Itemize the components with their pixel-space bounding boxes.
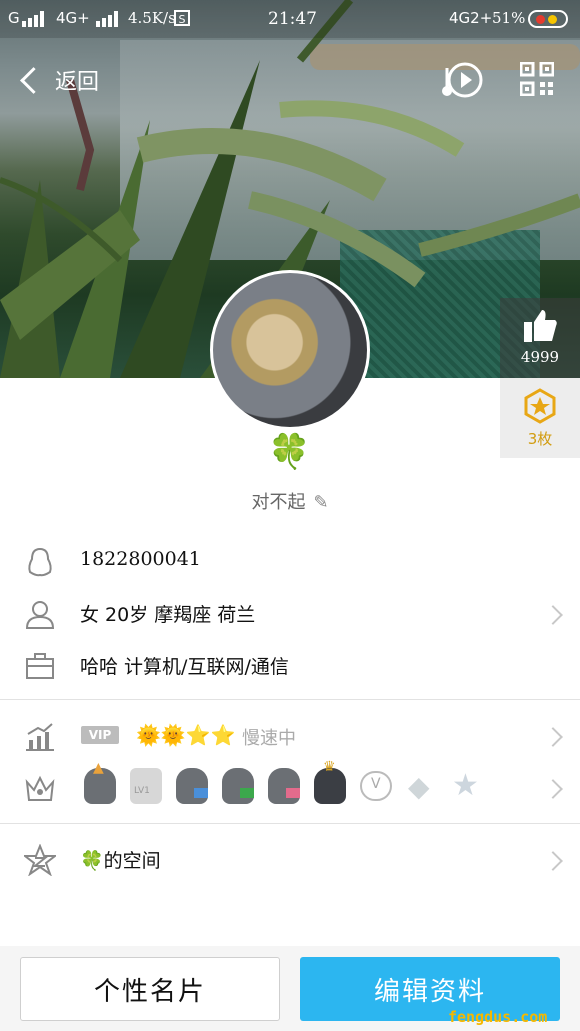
qq-penguin-badge-icon: ▲: [84, 760, 116, 804]
network-label-right: 4G2+: [449, 9, 493, 27]
divider: [0, 699, 580, 700]
qzone-row[interactable]: 🍀的空间: [0, 840, 580, 880]
qzone-label: 🍀的空间: [80, 850, 161, 872]
signal-label: G: [8, 9, 20, 27]
thumbs-up-icon: [524, 310, 557, 342]
signature[interactable]: 对不起 ✎: [0, 488, 580, 514]
crown-icon: [25, 775, 55, 801]
penguin-blue-badge-icon: [176, 768, 208, 804]
divider: [0, 823, 580, 824]
chevron-right-icon: [543, 727, 563, 747]
music-play-icon[interactable]: [441, 60, 483, 100]
like-count: 4999: [520, 348, 560, 366]
network-label: 4G+: [56, 9, 90, 27]
vip-badge: VIP: [81, 726, 119, 744]
back-arrow-icon: [20, 66, 47, 94]
nickname: 🍀: [268, 432, 311, 472]
speed-status: 慢速中: [242, 728, 296, 749]
clock: 21:47: [268, 9, 317, 29]
badge-button[interactable]: 3枚: [500, 378, 580, 458]
profile-card-button[interactable]: 个性名片: [20, 957, 280, 1021]
sync-icon: S: [174, 10, 190, 26]
edit-pencil-icon: ✎: [313, 492, 329, 513]
qq-penguin-icon: [28, 547, 52, 577]
basic-info: 女 20岁 摩羯座 荷兰: [80, 604, 256, 626]
chevron-right-icon: [543, 779, 563, 799]
status-bar: G 4G+ 4.5K/s S 21:47 4G2+ 51%: [0, 0, 580, 38]
briefcase-icon: [26, 653, 54, 679]
watermark: fengdus.com: [448, 1008, 548, 1026]
penguin-green-badge-icon: [222, 768, 254, 804]
network-speed: 4.5K/s: [128, 9, 176, 27]
battery-percent: 51%: [492, 9, 526, 27]
signature-text: 对不起: [251, 492, 306, 513]
avatar[interactable]: [210, 270, 370, 430]
qq-number-row: 1822800041: [0, 542, 580, 582]
diamond-badge-icon: ◆: [408, 770, 430, 803]
medal-list: ▲ LV1 ♛ V ◆ ★: [84, 759, 498, 804]
chevron-right-icon: [543, 851, 563, 871]
badge-count: 3枚: [527, 430, 553, 448]
person-icon: [25, 601, 55, 629]
growth-chart-icon: [26, 723, 54, 751]
back-label: 返回: [55, 70, 100, 95]
career: 哈哈 计算机/互联网/通信: [80, 656, 289, 678]
star-badge-icon: [524, 388, 556, 424]
signal-icon: [22, 11, 44, 27]
lv1-diamond-badge-icon: LV1: [130, 768, 162, 804]
penguin-pink-badge-icon: [268, 768, 300, 804]
career-row: 哈哈 计算机/互联网/通信: [0, 646, 580, 686]
level-suns-icon: 🌞🌞⭐⭐: [136, 723, 236, 747]
penguin-crown-badge-icon: ♛: [314, 759, 346, 804]
signal-icon-2: [96, 11, 118, 27]
chevron-right-icon: [543, 605, 563, 625]
qr-code-icon[interactable]: [520, 62, 554, 96]
qq-number: 1822800041: [80, 548, 201, 570]
battery-icon: [528, 10, 568, 28]
cloud-v-badge-icon: V: [360, 771, 392, 801]
qzone-star-icon: [24, 844, 56, 876]
star-badge-icon: ★: [452, 768, 479, 803]
back-button[interactable]: 返回: [16, 60, 99, 100]
basic-info-row[interactable]: 女 20岁 摩羯座 荷兰: [0, 594, 580, 634]
like-button[interactable]: 4999: [500, 298, 580, 378]
